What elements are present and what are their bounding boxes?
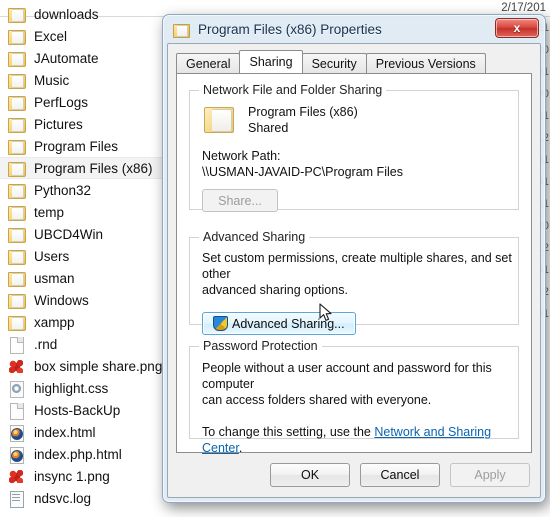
uac-shield-icon	[213, 316, 228, 331]
png-image-icon	[8, 469, 25, 484]
file-name-label: Python32	[34, 182, 92, 198]
cancel-button[interactable]: Cancel	[360, 463, 440, 487]
folder-icon	[8, 161, 26, 177]
folder-icon	[8, 139, 26, 155]
dialog-title: Program Files (x86) Properties	[198, 21, 382, 37]
folder-icon	[8, 315, 26, 331]
file-name-label: Program Files	[34, 138, 119, 154]
file-name-label: index.php.html	[34, 446, 122, 462]
file-name-label: Music	[34, 72, 70, 88]
network-sharing-group-title: Network File and Folder Sharing	[199, 83, 387, 97]
shared-folder-name: Program Files (x86)	[248, 105, 358, 119]
tab-previous-versions[interactable]: Previous Versions	[365, 53, 486, 73]
tab-page-sharing: Network File and Folder Sharing Program …	[176, 73, 532, 455]
folder-icon	[8, 183, 26, 199]
file-name-label: Excel	[34, 28, 68, 44]
advanced-sharing-button[interactable]: Advanced Sharing...	[202, 312, 356, 335]
file-name-label: Program Files (x86)	[34, 160, 153, 176]
network-sharing-group: Network File and Folder Sharing Program …	[189, 83, 519, 212]
file-name-label: usman	[34, 270, 75, 286]
advanced-sharing-group-title: Advanced Sharing	[199, 230, 310, 244]
dialog-body: General Sharing Security Previous Versions …	[167, 43, 541, 498]
file-name-label: Users	[34, 248, 70, 264]
setting-prefix-text: To change this setting, use the	[202, 425, 375, 439]
css-file-icon	[8, 380, 25, 398]
tab-sharing[interactable]: Sharing	[239, 50, 303, 73]
file-name-label: .rnd	[34, 336, 58, 352]
dialog-titlebar: Program Files (x86) Properties x	[163, 15, 545, 43]
setting-suffix-text: .	[238, 441, 243, 455]
folder-icon	[8, 271, 26, 287]
tab-general[interactable]: General	[176, 53, 241, 73]
file-name-label: temp	[34, 204, 65, 220]
folder-icon	[8, 293, 26, 309]
close-button[interactable]: x	[495, 18, 539, 38]
tab-security[interactable]: Security	[301, 53, 367, 73]
password-protection-group-title: Password Protection	[199, 339, 322, 353]
file-name-label: box simple share.png	[34, 358, 163, 374]
file-name-label: Pictures	[34, 116, 83, 132]
dialog-footer: OK Cancel Apply	[270, 463, 530, 487]
tab-strip: General Sharing Security Previous Versions	[176, 50, 486, 73]
folder-icon	[8, 205, 26, 221]
file-name-label: index.html	[34, 424, 96, 440]
network-path-value: \\USMAN-JAVAID-PC\Program Files	[202, 165, 403, 179]
folder-icon	[8, 73, 26, 89]
share-button[interactable]: Share...	[202, 189, 278, 212]
advanced-sharing-desc-1: Set custom permissions, create multiple …	[202, 251, 512, 281]
log-file-icon	[8, 490, 25, 508]
file-name-label: UBCD4Win	[34, 226, 104, 242]
file-name-label: PerfLogs	[34, 94, 89, 110]
properties-dialog: Program Files (x86) Properties x General…	[162, 14, 546, 503]
advanced-sharing-button-label: Advanced Sharing...	[232, 316, 345, 331]
file-name-label: ndsvc.log	[34, 490, 92, 506]
html-file-icon	[8, 446, 25, 464]
file-name-label: xampp	[34, 314, 75, 330]
folder-icon	[8, 95, 26, 111]
password-protection-setting-line: To change this setting, use the Network …	[202, 424, 518, 456]
file-name-label: Windows	[34, 292, 89, 308]
file-name-label: JAutomate	[34, 50, 99, 66]
password-protection-desc-1: People without a user account and passwo…	[202, 361, 492, 391]
folder-icon	[172, 22, 190, 38]
file-name-label: downloads	[34, 6, 99, 22]
folder-icon	[8, 51, 26, 67]
advanced-sharing-desc-2: advanced sharing options.	[202, 283, 348, 297]
ok-button[interactable]: OK	[270, 463, 350, 487]
advanced-sharing-group: Advanced Sharing Set custom permissions,…	[189, 230, 519, 335]
screen: 2/17/201 downloads Excel JAutomate Music Per…	[0, 0, 550, 517]
document-icon	[8, 336, 25, 354]
file-name-label: Hosts-BackUp	[34, 402, 121, 418]
network-path-label: Network Path:	[202, 149, 281, 163]
folder-icon	[8, 29, 26, 45]
password-protection-group: Password Protection People without a use…	[189, 339, 519, 455]
apply-button[interactable]: Apply	[450, 463, 530, 487]
html-file-icon	[8, 424, 25, 442]
password-protection-desc-2: can access folders shared with everyone.	[202, 393, 432, 407]
png-image-icon	[8, 359, 25, 374]
folder-icon	[8, 7, 26, 23]
folder-icon	[202, 104, 236, 134]
document-icon	[8, 402, 25, 420]
shared-state: Shared	[248, 121, 289, 135]
folder-icon	[8, 227, 26, 243]
folder-icon	[8, 117, 26, 133]
file-name-label: insync 1.png	[34, 468, 110, 484]
file-name-label: highlight.css	[34, 380, 109, 396]
folder-icon	[8, 249, 26, 265]
